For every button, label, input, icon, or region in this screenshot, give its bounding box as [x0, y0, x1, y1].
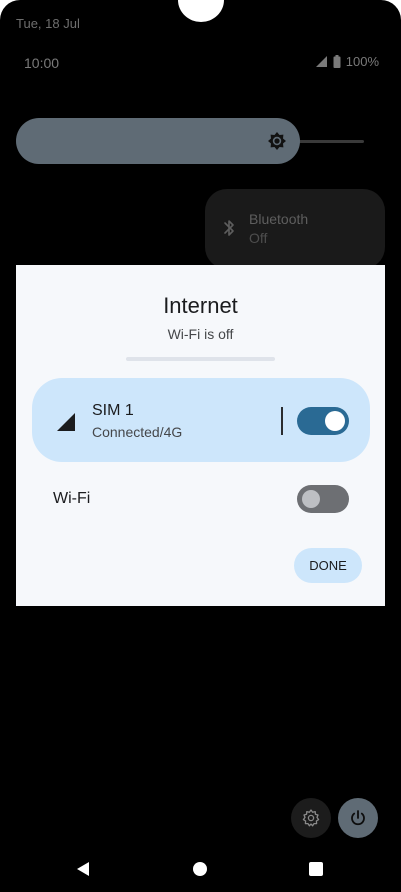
dialog-divider [126, 357, 275, 361]
signal-icon [315, 56, 327, 67]
home-icon[interactable] [193, 862, 207, 876]
settings-button[interactable] [291, 798, 331, 838]
gear-icon [302, 809, 320, 827]
bluetooth-title: Bluetooth [249, 211, 309, 227]
sim-name: SIM 1 [92, 402, 134, 419]
status-right-area: 100% [315, 54, 379, 69]
dialog-title: Internet [163, 293, 238, 318]
status-clock: 10:00 [24, 55, 60, 71]
dialog-subtitle: Wi-Fi is off [167, 326, 234, 342]
battery-icon [333, 55, 341, 68]
sim-toggle[interactable] [297, 407, 349, 435]
internet-dialog: Internet Wi-Fi is off SIM 1 Connected/4G… [16, 265, 385, 606]
wifi-toggle[interactable] [297, 485, 349, 513]
bluetooth-icon [224, 220, 234, 236]
sim-status: Connected/4G [92, 424, 183, 440]
brightness-track[interactable] [290, 140, 364, 143]
done-button[interactable]: DONE [294, 548, 362, 583]
back-icon[interactable] [75, 861, 91, 877]
brightness-slider[interactable] [16, 118, 300, 164]
recents-icon[interactable] [309, 862, 323, 876]
phone-screen: Tue, 18 Jul 10:00 100% Bluetooth Off Int… [0, 0, 401, 892]
power-button[interactable] [338, 798, 378, 838]
screen-corner-top-right [381, 0, 401, 20]
camera-notch [178, 0, 224, 22]
sim-toggle-knob [325, 411, 345, 431]
wifi-toggle-knob [302, 490, 320, 508]
sim-card[interactable]: SIM 1 Connected/4G [32, 378, 370, 462]
status-date: Tue, 18 Jul [16, 16, 80, 31]
power-icon [351, 810, 365, 826]
navigation-bar [0, 852, 401, 892]
brightness-icon [268, 132, 286, 150]
cell-signal-icon [57, 413, 75, 431]
battery-level: 100% [345, 54, 379, 69]
bluetooth-state: Off [249, 230, 268, 246]
wifi-label: Wi-Fi [53, 490, 91, 507]
sim-divider [281, 407, 283, 435]
